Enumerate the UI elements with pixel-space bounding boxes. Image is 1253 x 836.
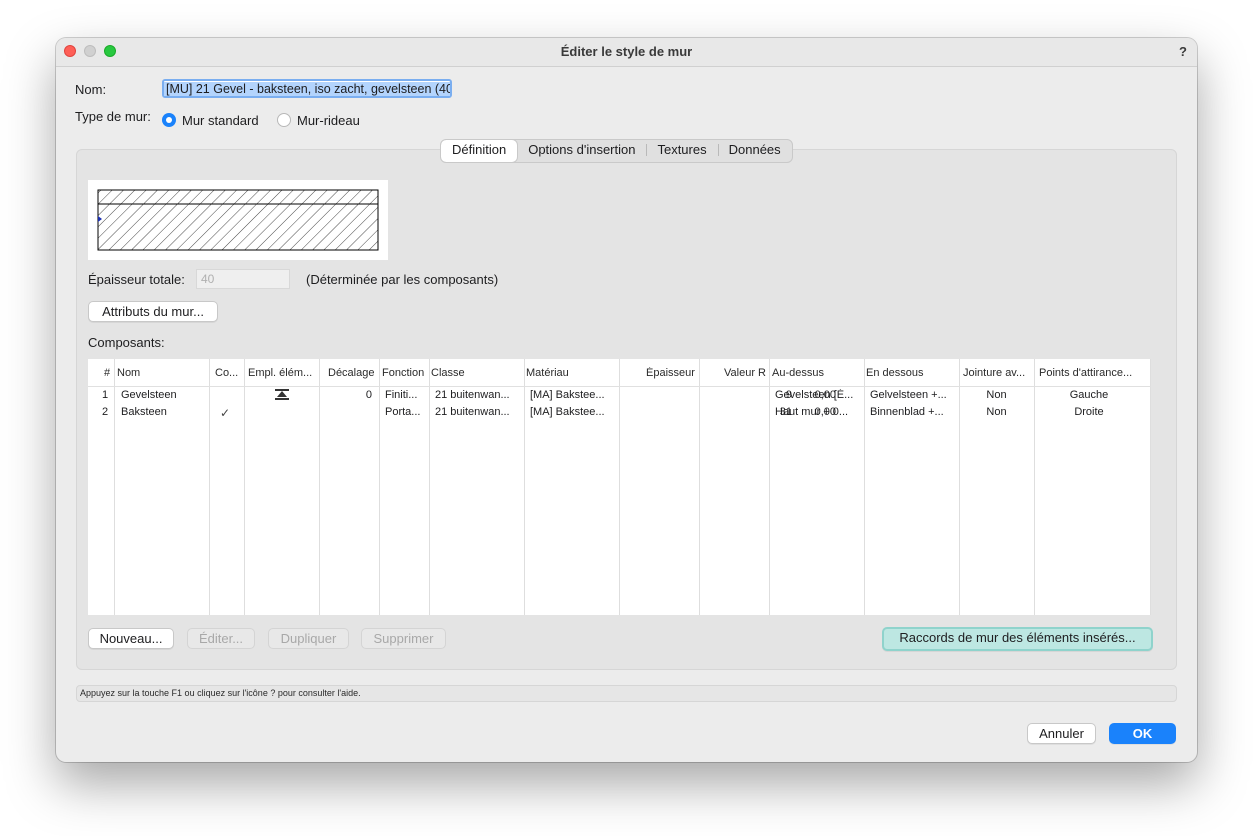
help-status-bar: Appuyez sur la touche F1 ou cliquez sur … — [76, 685, 1177, 702]
wall-attributes-button[interactable]: Attributs du mur... — [88, 301, 218, 322]
new-component-button[interactable]: Nouveau... — [88, 628, 174, 649]
delete-component-button[interactable]: Supprimer — [361, 628, 446, 649]
row-points: Droite — [1074, 406, 1104, 418]
insert-icon — [275, 389, 289, 403]
tab-textures[interactable]: Textures — [646, 140, 717, 162]
tab-bar: Définition Options d'insertion Textures … — [440, 139, 793, 163]
thickness-note: (Déterminée par les composants) — [306, 272, 499, 287]
col-header-en-dessous[interactable]: En dessous — [866, 367, 956, 379]
col-header-nom[interactable]: Nom — [117, 367, 207, 379]
row-classe: 21 buitenwan... — [435, 389, 510, 401]
dialog-window: Éditer le style de mur ? Nom: [MU] 21 Ge… — [56, 38, 1197, 762]
row-en-dessous: Binnenblad +... — [870, 406, 944, 418]
row-en-dessous: Gelvelsteen +... — [870, 389, 947, 401]
col-header-materiau[interactable]: Matériau — [526, 367, 616, 379]
tab-donnees[interactable]: Données — [717, 140, 792, 162]
table-header: # Nom Co... Empl. élém... Décalage Fonct… — [88, 359, 1151, 387]
wall-preview — [88, 180, 388, 260]
col-header-jointure[interactable]: Jointure av... — [963, 367, 1033, 379]
row-nom: Gevelsteen — [121, 389, 177, 401]
col-header-co[interactable]: Co... — [215, 367, 243, 379]
wall-type-label: Type de mur: — [75, 109, 151, 124]
radio-mur-rideau-label[interactable]: Mur-rideau — [297, 113, 360, 128]
thickness-label: Épaisseur totale: — [88, 272, 185, 287]
radio-mur-standard[interactable] — [162, 113, 176, 127]
row-materiau: [MA] Bakstee... — [530, 389, 605, 401]
row-fonction: Porta... — [385, 406, 421, 418]
radio-mur-rideau[interactable] — [277, 113, 291, 127]
col-header-au-dessus[interactable]: Au-dessus — [772, 367, 862, 379]
thickness-field: 40 — [196, 269, 290, 289]
row-au-dessus: Haut mur + 0... — [775, 406, 849, 418]
row-jointure: Non — [986, 406, 1007, 418]
style-name-value: [MU] 21 Gevel - baksteen, iso zacht, gev… — [164, 82, 450, 96]
col-header-fonction[interactable]: Fonction — [382, 367, 428, 379]
ok-button[interactable]: OK — [1109, 723, 1176, 744]
wall-attributes-label: Attributs du mur... — [102, 304, 204, 319]
col-header-points[interactable]: Points d'attirance... — [1039, 367, 1149, 379]
components-label: Composants: — [88, 335, 165, 350]
row-nom: Baksteen — [121, 406, 167, 418]
window-title: Éditer le style de mur — [560, 44, 693, 59]
edit-component-button[interactable]: Éditer... — [187, 628, 255, 649]
radio-mur-standard-label[interactable]: Mur standard — [182, 113, 259, 128]
row-jointure: Non — [986, 389, 1007, 401]
style-name-field[interactable]: [MU] 21 Gevel - baksteen, iso zacht, gev… — [162, 79, 452, 98]
components-table[interactable]: # Nom Co... Empl. élém... Décalage Fonct… — [88, 359, 1151, 615]
checkmark-icon: ✓ — [220, 406, 231, 420]
cancel-button[interactable]: Annuler — [1027, 723, 1096, 744]
row-fonction: Finiti... — [385, 389, 418, 401]
tab-options-insertion[interactable]: Options d'insertion — [517, 140, 646, 162]
row-points: Gauche — [1069, 389, 1109, 401]
wall-section-drawing — [97, 189, 379, 251]
row-materiau: [MA] Bakstee... — [530, 406, 605, 418]
row-decalage: 0 — [365, 389, 372, 401]
title-bar: Éditer le style de mur ? — [56, 38, 1197, 67]
col-header-valeur-r[interactable]: Valeur R — [724, 367, 768, 379]
col-header-classe[interactable]: Classe — [431, 367, 521, 379]
row-num: 2 — [102, 406, 109, 418]
name-label: Nom: — [75, 82, 107, 97]
col-header-empl[interactable]: Empl. élém... — [248, 367, 318, 379]
col-header-num[interactable]: # — [104, 367, 110, 379]
col-header-epaisseur[interactable]: Épaisseur — [646, 367, 698, 379]
tab-definition[interactable]: Définition — [441, 140, 518, 162]
help-icon[interactable]: ? — [1179, 44, 1187, 59]
col-header-decalage[interactable]: Décalage — [328, 367, 378, 379]
row-num: 1 — [102, 389, 109, 401]
row-au-dessus: Gevelsteen [É... — [775, 389, 854, 401]
wall-joints-button[interactable]: Raccords de mur des éléments insérés... — [882, 627, 1153, 651]
duplicate-component-button[interactable]: Dupliquer — [268, 628, 349, 649]
row-classe: 21 buitenwan... — [435, 406, 510, 418]
